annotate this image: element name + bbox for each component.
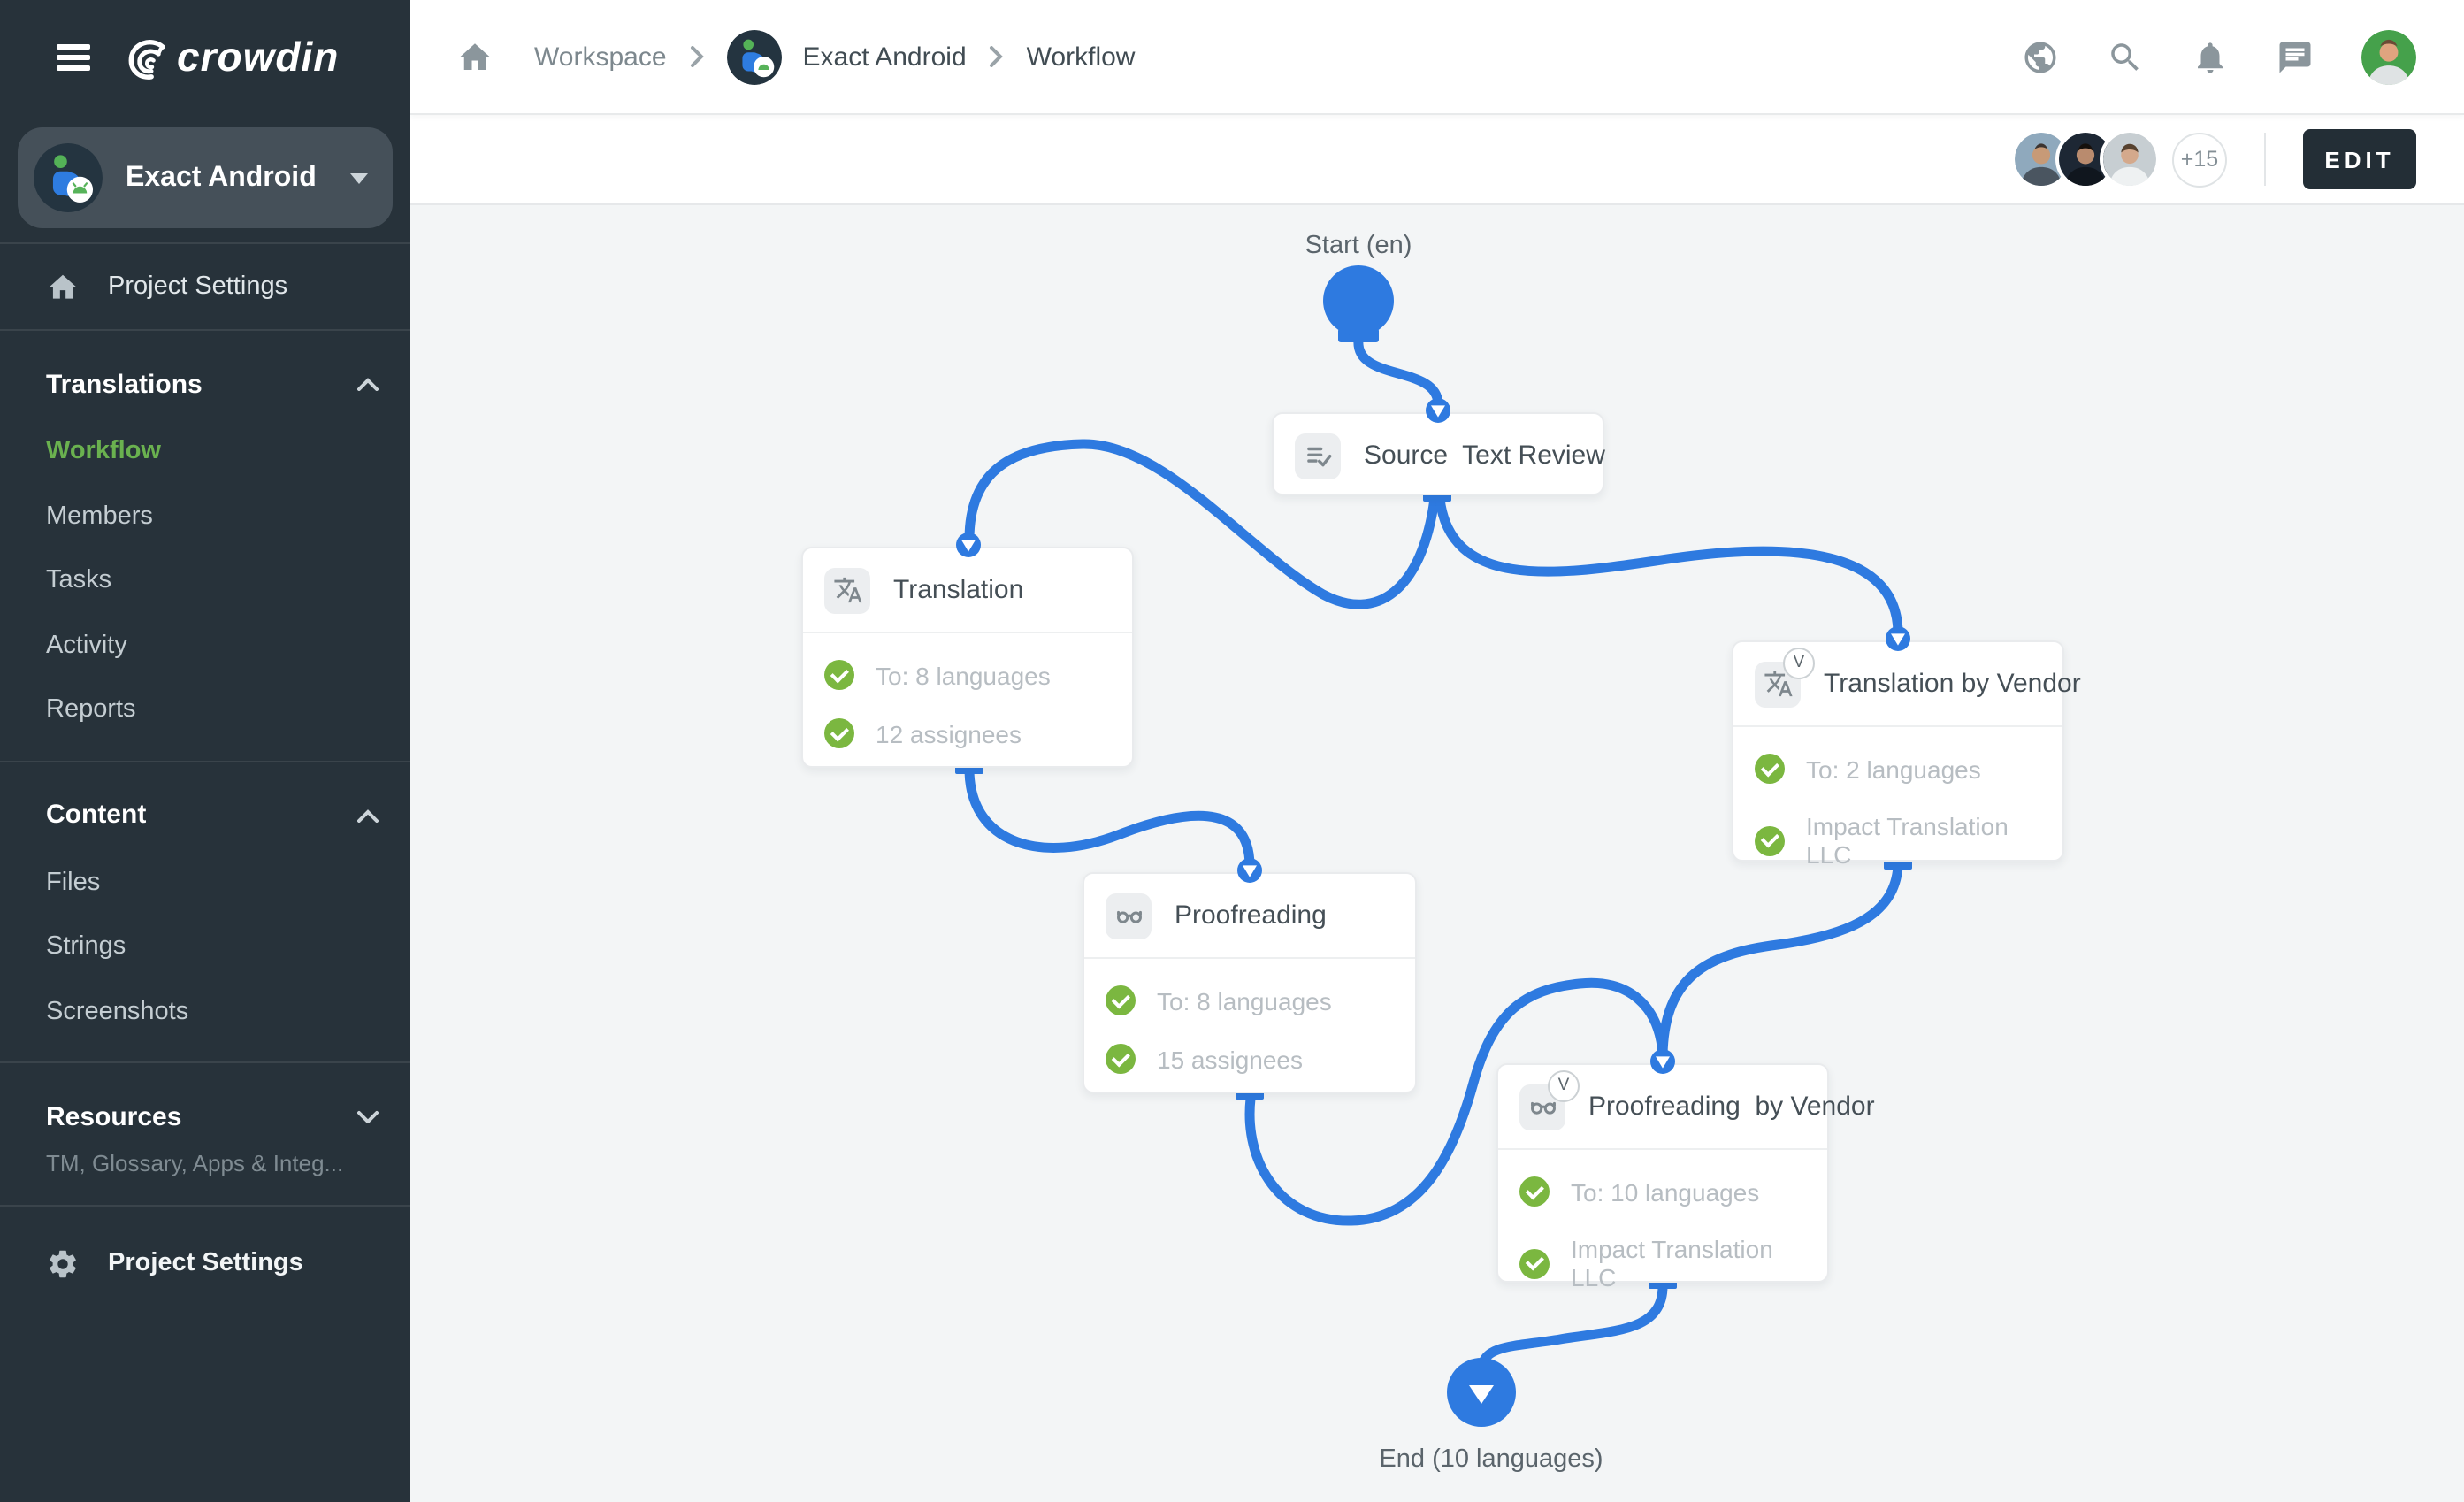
sidebar-item-reports[interactable]: Reports bbox=[0, 678, 410, 742]
workflow-node-translation-by-vendor[interactable]: V Translation by Vendor To: 2 languages … bbox=[1732, 640, 2064, 862]
glasses-icon bbox=[1106, 893, 1152, 939]
workflow-node-translation[interactable]: Translation To: 8 languages 12 assignees bbox=[801, 547, 1134, 768]
sidebar-item-strings[interactable]: Strings bbox=[0, 915, 410, 979]
chevron-down-icon bbox=[357, 1109, 379, 1123]
home-icon bbox=[46, 270, 80, 303]
start-node-label: Start (en) bbox=[1305, 232, 1412, 260]
language-globe-button[interactable] bbox=[2022, 38, 2059, 75]
chevron-up-icon bbox=[357, 808, 379, 822]
project-avatar bbox=[34, 143, 103, 212]
chevron-right-icon bbox=[690, 46, 704, 67]
check-circle-icon bbox=[1755, 825, 1785, 855]
sidebar-header: crowdin bbox=[0, 0, 410, 115]
node-detail-row: Impact Translation LLC bbox=[1519, 1235, 1806, 1291]
vendor-badge: V bbox=[1783, 647, 1815, 678]
messages-button[interactable] bbox=[2277, 38, 2314, 75]
sidebar-item-label: Project Settings bbox=[108, 272, 287, 301]
section-heading-resources[interactable]: Resources bbox=[0, 1095, 410, 1138]
logo-wordmark: crowdin bbox=[177, 34, 339, 81]
workflow-toolbar: +15 EDIT bbox=[410, 115, 2464, 205]
workflow-node-proofreading[interactable]: Proofreading To: 8 languages 15 assignee… bbox=[1083, 872, 1417, 1093]
crowdin-app: crowdin Exact Android Project bbox=[0, 0, 2464, 1502]
workflow-node-source-text-review[interactable]: Source Text Review bbox=[1272, 412, 1604, 495]
node-detail-row: To: 2 languages bbox=[1755, 754, 2041, 784]
globe-icon bbox=[2022, 38, 2059, 75]
breadcrumb-page: Workflow bbox=[1027, 42, 1136, 72]
node-detail-row: To: 10 languages bbox=[1519, 1176, 1806, 1207]
node-title: Proofreading bbox=[1175, 900, 1327, 931]
project-name: Exact Android bbox=[126, 162, 350, 194]
workflow-node-proofreading-by-vendor[interactable]: V Proofreading by Vendor To: 10 language… bbox=[1496, 1063, 1829, 1283]
check-circle-icon bbox=[824, 660, 854, 690]
playlist-check-icon bbox=[1295, 433, 1341, 479]
node-title: Translation bbox=[893, 575, 1023, 605]
section-heading-translations[interactable]: Translations bbox=[0, 363, 410, 405]
end-node-label: End (10 languages) bbox=[1379, 1445, 1603, 1474]
breadcrumb-workspace[interactable]: Workspace bbox=[534, 42, 667, 72]
hamburger-menu-icon[interactable] bbox=[57, 44, 90, 71]
check-circle-icon bbox=[1519, 1248, 1550, 1278]
sidebar-item-activity[interactable]: Activity bbox=[0, 613, 410, 678]
translate-icon bbox=[824, 567, 870, 613]
project-switcher[interactable]: Exact Android bbox=[18, 127, 393, 228]
collaborator-avatars: +15 bbox=[2011, 129, 2227, 189]
chat-icon bbox=[2277, 38, 2314, 75]
check-circle-icon bbox=[824, 718, 854, 748]
crowdin-logo-mark bbox=[122, 34, 170, 80]
user-avatar[interactable] bbox=[2361, 29, 2416, 84]
collaborators-more-badge[interactable]: +15 bbox=[2172, 132, 2227, 187]
chevron-right-icon bbox=[990, 46, 1004, 67]
node-detail-row: To: 8 languages bbox=[824, 660, 1111, 690]
node-title: Proofreading by Vendor bbox=[1588, 1092, 1875, 1122]
top-bar: Workspace Exact Android Workflow bbox=[410, 0, 2464, 115]
node-detail-row: Impact Translation LLC bbox=[1755, 812, 2041, 869]
crowdin-logo[interactable]: crowdin bbox=[122, 34, 339, 81]
sidebar-item-members[interactable]: Members bbox=[0, 484, 410, 548]
workflow-canvas[interactable] bbox=[410, 205, 2464, 1502]
sidebar-item-tasks[interactable]: Tasks bbox=[0, 548, 410, 613]
sidebar-item-screenshots[interactable]: Screenshots bbox=[0, 979, 410, 1044]
check-circle-icon bbox=[1106, 1044, 1136, 1074]
divider bbox=[2264, 133, 2266, 186]
check-circle-icon bbox=[1106, 985, 1136, 1015]
sidebar-footer-project-settings[interactable]: Project Settings bbox=[0, 1221, 410, 1306]
chevron-down-icon bbox=[350, 172, 368, 183]
bell-icon bbox=[2192, 38, 2229, 75]
sidebar: crowdin Exact Android Project bbox=[0, 0, 410, 1502]
node-detail-row: 15 assignees bbox=[1106, 1044, 1394, 1074]
node-detail-row: To: 8 languages bbox=[1106, 985, 1394, 1015]
node-title: Translation by Vendor bbox=[1824, 669, 2081, 699]
sidebar-footer-label: Project Settings bbox=[108, 1249, 303, 1277]
search-button[interactable] bbox=[2107, 38, 2144, 75]
divider bbox=[0, 1205, 410, 1207]
resources-subtitle: TM, Glossary, Apps & Integ... bbox=[0, 1138, 410, 1187]
gear-icon bbox=[46, 1246, 80, 1280]
sidebar-item-project-settings[interactable]: Project Settings bbox=[0, 244, 410, 329]
breadcrumb: Workspace Exact Android Workflow bbox=[456, 29, 1135, 84]
collaborator-avatar-3[interactable] bbox=[2100, 129, 2160, 189]
notifications-button[interactable] bbox=[2192, 38, 2229, 75]
check-circle-icon bbox=[1519, 1176, 1550, 1207]
home-icon bbox=[456, 38, 494, 75]
breadcrumb-project-avatar[interactable] bbox=[727, 29, 782, 84]
node-title: Source Text Review bbox=[1364, 441, 1605, 471]
sidebar-section-translations: Translations Workflow Members Tasks Acti… bbox=[0, 331, 410, 760]
node-detail-row: 12 assignees bbox=[824, 718, 1111, 748]
sidebar-section-content: Content Files Strings Screenshots bbox=[0, 762, 410, 1061]
check-circle-icon bbox=[1755, 754, 1785, 784]
breadcrumb-project[interactable]: Exact Android bbox=[803, 42, 967, 72]
sidebar-item-files[interactable]: Files bbox=[0, 850, 410, 915]
sidebar-section-resources: Resources TM, Glossary, Apps & Integ... bbox=[0, 1063, 410, 1205]
edit-button[interactable]: EDIT bbox=[2303, 129, 2416, 189]
chevron-up-icon bbox=[357, 377, 379, 391]
vendor-badge: V bbox=[1548, 1069, 1580, 1101]
search-icon bbox=[2107, 38, 2144, 75]
section-heading-content[interactable]: Content bbox=[0, 793, 410, 836]
sidebar-item-workflow[interactable]: Workflow bbox=[0, 419, 410, 484]
home-breadcrumb-button[interactable] bbox=[456, 38, 494, 75]
